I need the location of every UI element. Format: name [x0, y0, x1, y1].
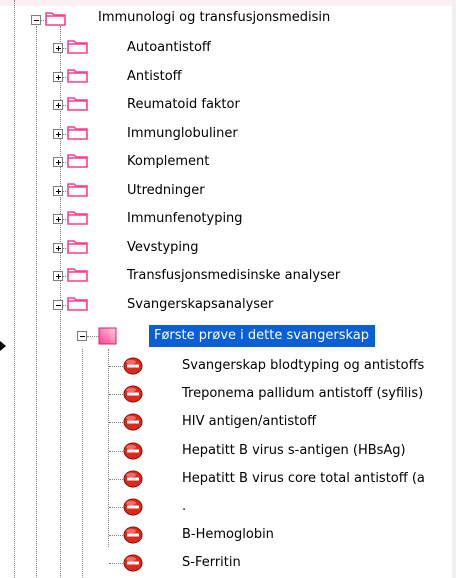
tree-node-label: B-Hemoglobin — [182, 527, 274, 543]
expand-toggle[interactable] — [53, 128, 63, 139]
tree-node-label: Treponema pallidum antistoff (syfilis) — [182, 386, 424, 402]
tree-node-item[interactable]: S-Ferritin — [0, 549, 456, 577]
tree-node-item[interactable]: Hepatitt B virus core total antistoff (a — [0, 465, 456, 493]
expand-toggle[interactable] — [53, 157, 63, 167]
stop-icon — [123, 357, 143, 375]
collapse-toggle[interactable] — [77, 331, 87, 341]
folder-icon — [67, 182, 88, 197]
tree-node-label: Transfusjonsmedisinske analyser — [127, 268, 341, 283]
tree-node-label: Immunglobuliner — [127, 125, 238, 141]
folder-icon — [67, 211, 88, 225]
tree-node-subgroup-selected[interactable]: Første prøve i dette svangerskap — [0, 322, 456, 350]
folder-icon — [67, 40, 88, 54]
tree-node-label: Immunfenotyping — [127, 211, 243, 226]
stop-icon — [123, 554, 143, 572]
stop-icon — [123, 413, 143, 431]
tree-node-label: Vevstyping — [127, 239, 199, 255]
folder-open-icon — [45, 12, 66, 26]
tree-node-label: Første prøve i dette svangerskap — [149, 325, 376, 347]
tree-node-label: Autoantistoff — [127, 40, 211, 55]
expand-toggle[interactable] — [53, 100, 63, 110]
tree-node-label: Utredninger — [127, 182, 205, 198]
tree-node-label: HIV antigen/antistoff — [182, 414, 317, 430]
stop-icon — [123, 442, 143, 460]
folder-icon — [67, 296, 88, 311]
folder-icon — [67, 154, 88, 168]
tree-node-item[interactable]: Hepatitt B virus s-antigen (HBsAg) — [0, 437, 456, 465]
tree-node-label: Komplement — [127, 154, 210, 169]
folder-icon — [67, 68, 88, 83]
tree-node-item[interactable]: B-Hemoglobin — [0, 521, 456, 549]
tree-node-label: S-Ferritin — [182, 555, 241, 571]
tree-node-label: Hepatitt B virus core total antistoff (a — [182, 470, 425, 486]
tree-node-group[interactable]: Utredninger — [0, 177, 456, 205]
folder-icon — [67, 97, 88, 111]
tree-node-item[interactable]: . — [0, 493, 456, 521]
tree-node-label: Svangerskapsanalyser — [127, 296, 274, 312]
tree-node-label: Immunologi og transfusjonsmedisin — [98, 10, 331, 25]
tree-node-group[interactable]: Komplement — [0, 148, 456, 176]
folder-icon — [67, 268, 88, 282]
tree-node-group[interactable]: Vevstyping — [0, 234, 456, 262]
tree-node-group[interactable]: Immunglobuliner — [0, 120, 456, 148]
tree-node-item[interactable]: Svangerskap blodtyping og antistoffs — [0, 352, 456, 380]
tree-node-label: Svangerskap blodtyping og antistoffs — [182, 358, 425, 373]
tree-node-label: Hepatitt B virus s-antigen (HBsAg) — [182, 442, 406, 458]
tree-node-item[interactable]: HIV antigen/antistoff — [0, 408, 456, 436]
tree-node-label: Reumatoid faktor — [127, 97, 240, 112]
stop-icon — [123, 385, 143, 403]
stop-icon — [123, 470, 143, 488]
scrollbar-edge[interactable] — [452, 0, 456, 578]
tree-node-group[interactable]: Antistoff — [0, 63, 456, 91]
tree-node-label: . — [182, 499, 187, 514]
stop-icon — [123, 526, 143, 544]
expand-toggle[interactable] — [53, 214, 63, 224]
folder-icon — [67, 239, 88, 254]
stop-icon — [123, 498, 143, 516]
tree-node-item[interactable]: Treponema pallidum antistoff (syfilis) — [0, 380, 456, 408]
tree-node-group[interactable]: Reumatoid faktor — [0, 91, 456, 119]
collapse-toggle[interactable] — [53, 299, 63, 310]
collapse-toggle[interactable] — [31, 15, 41, 25]
tree-node-group[interactable]: Autoantistoff — [0, 34, 456, 62]
expand-toggle[interactable] — [53, 43, 63, 53]
expand-toggle[interactable] — [53, 185, 63, 196]
tree-node-label: Antistoff — [127, 68, 182, 84]
expand-toggle[interactable] — [53, 71, 63, 82]
tree-view[interactable]: Immunologi og transfusjonsmedisin Autoan… — [0, 0, 456, 578]
tree-node-group[interactable]: Immunfenotyping — [0, 205, 456, 233]
tree-node-group[interactable]: Svangerskapsanalyser — [0, 291, 456, 319]
arrow-right-icon — [0, 341, 6, 351]
tree-node-root[interactable]: Immunologi og transfusjonsmedisin — [0, 6, 456, 34]
expand-toggle[interactable] — [53, 271, 63, 281]
analysis-group-icon — [98, 327, 117, 345]
tree-node-group[interactable]: Transfusjonsmedisinske analyser — [0, 262, 456, 290]
folder-icon — [67, 125, 88, 140]
expand-toggle[interactable] — [53, 242, 63, 253]
